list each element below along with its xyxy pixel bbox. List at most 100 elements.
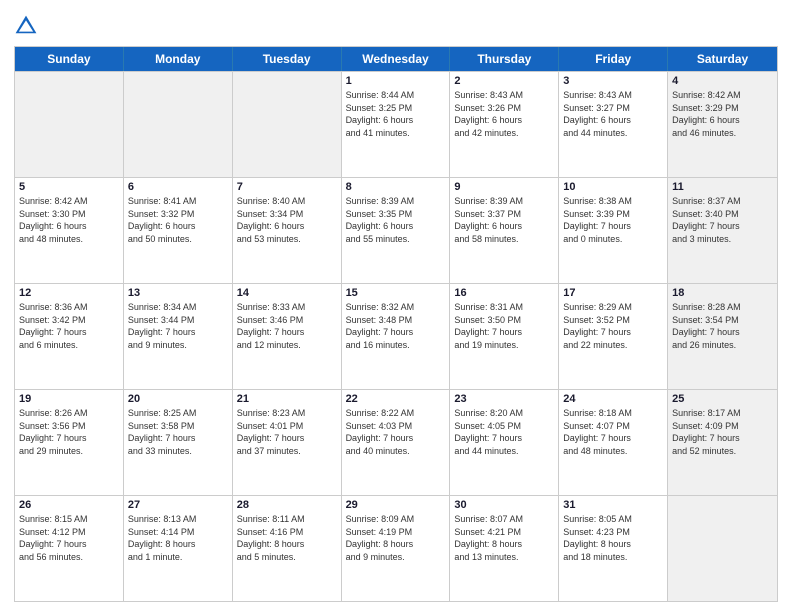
calendar-cell: 26 Sunrise: 8:15 AM Sunset: 4:12 PM Dayli… — [15, 496, 124, 601]
day-number: 22 — [346, 393, 446, 405]
day-number: 27 — [128, 499, 228, 511]
day-number: 25 — [672, 393, 773, 405]
day-info: Sunrise: 8:39 AM Sunset: 3:37 PM Dayligh… — [454, 195, 554, 245]
calendar-cell: 29 Sunrise: 8:09 AM Sunset: 4:19 PM Dayli… — [342, 496, 451, 601]
day-info: Sunrise: 8:41 AM Sunset: 3:32 PM Dayligh… — [128, 195, 228, 245]
day-number: 17 — [563, 287, 663, 299]
day-info: Sunrise: 8:32 AM Sunset: 3:48 PM Dayligh… — [346, 301, 446, 351]
calendar-cell: 11 Sunrise: 8:37 AM Sunset: 3:40 PM Dayli… — [668, 178, 777, 283]
day-info: Sunrise: 8:13 AM Sunset: 4:14 PM Dayligh… — [128, 513, 228, 563]
calendar-cell: 5Sunrise: 8:42 AM Sunset: 3:30 PM Daylig… — [15, 178, 124, 283]
calendar-week: 1 Sunrise: 8:44 AM Sunset: 3:25 PM Daylig… — [15, 71, 777, 177]
day-number: 24 — [563, 393, 663, 405]
header — [14, 10, 778, 38]
calendar-cell: 9 Sunrise: 8:39 AM Sunset: 3:37 PM Daylig… — [450, 178, 559, 283]
calendar-cell: 23 Sunrise: 8:20 AM Sunset: 4:05 PM Dayli… — [450, 390, 559, 495]
calendar-cell: 18Sunrise: 8:28 AM Sunset: 3:54 PM Dayli… — [668, 284, 777, 389]
calendar-cell: 8 Sunrise: 8:39 AM Sunset: 3:35 PM Daylig… — [342, 178, 451, 283]
calendar: SundayMondayTuesdayWednesdayThursdayFrid… — [14, 46, 778, 602]
day-info: Sunrise: 8:29 AM Sunset: 3:52 PM Dayligh… — [563, 301, 663, 351]
calendar-cell: 13 Sunrise: 8:34 AM Sunset: 3:44 PM Dayli… — [124, 284, 233, 389]
calendar-cell: 31 Sunrise: 8:05 AM Sunset: 4:23 PM Dayli… — [559, 496, 668, 601]
calendar-cell — [668, 496, 777, 601]
day-number: 1 — [346, 75, 446, 87]
day-info: Sunrise: 8:39 AM Sunset: 3:35 PM Dayligh… — [346, 195, 446, 245]
day-number: 26 — [19, 499, 119, 511]
day-number: 20 — [128, 393, 228, 405]
day-number: 4 — [672, 75, 773, 87]
day-number: 28 — [237, 499, 337, 511]
header-day: Wednesday — [342, 47, 451, 71]
calendar-cell: 27 Sunrise: 8:13 AM Sunset: 4:14 PM Dayli… — [124, 496, 233, 601]
calendar-cell: 22Sunrise: 8:22 AM Sunset: 4:03 PM Dayli… — [342, 390, 451, 495]
calendar-week: 5Sunrise: 8:42 AM Sunset: 3:30 PM Daylig… — [15, 177, 777, 283]
calendar-cell — [15, 72, 124, 177]
calendar-week: 26 Sunrise: 8:15 AM Sunset: 4:12 PM Dayli… — [15, 495, 777, 601]
calendar-cell: 19 Sunrise: 8:26 AM Sunset: 3:56 PM Dayli… — [15, 390, 124, 495]
day-number: 16 — [454, 287, 554, 299]
day-info: Sunrise: 8:40 AM Sunset: 3:34 PM Dayligh… — [237, 195, 337, 245]
day-number: 13 — [128, 287, 228, 299]
calendar-cell — [233, 72, 342, 177]
day-info: Sunrise: 8:11 AM Sunset: 4:16 PM Dayligh… — [237, 513, 337, 563]
calendar-cell: 17 Sunrise: 8:29 AM Sunset: 3:52 PM Dayli… — [559, 284, 668, 389]
day-info: Sunrise: 8:33 AM Sunset: 3:46 PM Dayligh… — [237, 301, 337, 351]
day-number: 21 — [237, 393, 337, 405]
day-number: 10 — [563, 181, 663, 193]
day-number: 11 — [672, 181, 773, 193]
day-info: Sunrise: 8:20 AM Sunset: 4:05 PM Dayligh… — [454, 407, 554, 457]
day-info: Sunrise: 8:34 AM Sunset: 3:44 PM Dayligh… — [128, 301, 228, 351]
day-number: 8 — [346, 181, 446, 193]
calendar-cell: 7 Sunrise: 8:40 AM Sunset: 3:34 PM Daylig… — [233, 178, 342, 283]
day-number: 31 — [563, 499, 663, 511]
day-info: Sunrise: 8:25 AM Sunset: 3:58 PM Dayligh… — [128, 407, 228, 457]
calendar-cell: 14 Sunrise: 8:33 AM Sunset: 3:46 PM Dayli… — [233, 284, 342, 389]
day-number: 6 — [128, 181, 228, 193]
header-day: Monday — [124, 47, 233, 71]
header-day: Tuesday — [233, 47, 342, 71]
day-number: 9 — [454, 181, 554, 193]
day-info: Sunrise: 8:26 AM Sunset: 3:56 PM Dayligh… — [19, 407, 119, 457]
day-info: Sunrise: 8:37 AM Sunset: 3:40 PM Dayligh… — [672, 195, 773, 245]
logo — [14, 14, 42, 38]
day-info: Sunrise: 8:05 AM Sunset: 4:23 PM Dayligh… — [563, 513, 663, 563]
calendar-cell — [124, 72, 233, 177]
day-number: 2 — [454, 75, 554, 87]
day-info: Sunrise: 8:28 AM Sunset: 3:54 PM Dayligh… — [672, 301, 773, 351]
day-info: Sunrise: 8:09 AM Sunset: 4:19 PM Dayligh… — [346, 513, 446, 563]
calendar-cell: 6 Sunrise: 8:41 AM Sunset: 3:32 PM Daylig… — [124, 178, 233, 283]
day-number: 23 — [454, 393, 554, 405]
day-number: 12 — [19, 287, 119, 299]
day-number: 19 — [19, 393, 119, 405]
calendar-cell: 2Sunrise: 8:43 AM Sunset: 3:26 PM Daylig… — [450, 72, 559, 177]
day-number: 5 — [19, 181, 119, 193]
calendar-cell: 12 Sunrise: 8:36 AM Sunset: 3:42 PM Dayli… — [15, 284, 124, 389]
calendar-cell: 10 Sunrise: 8:38 AM Sunset: 3:39 PM Dayli… — [559, 178, 668, 283]
page: SundayMondayTuesdayWednesdayThursdayFrid… — [0, 0, 792, 612]
calendar-cell: 16 Sunrise: 8:31 AM Sunset: 3:50 PM Dayli… — [450, 284, 559, 389]
day-info: Sunrise: 8:38 AM Sunset: 3:39 PM Dayligh… — [563, 195, 663, 245]
day-info: Sunrise: 8:15 AM Sunset: 4:12 PM Dayligh… — [19, 513, 119, 563]
day-info: Sunrise: 8:07 AM Sunset: 4:21 PM Dayligh… — [454, 513, 554, 563]
calendar-cell: 3Sunrise: 8:43 AM Sunset: 3:27 PM Daylig… — [559, 72, 668, 177]
day-info: Sunrise: 8:36 AM Sunset: 3:42 PM Dayligh… — [19, 301, 119, 351]
calendar-cell: 1 Sunrise: 8:44 AM Sunset: 3:25 PM Daylig… — [342, 72, 451, 177]
day-number: 7 — [237, 181, 337, 193]
day-number: 14 — [237, 287, 337, 299]
day-info: Sunrise: 8:43 AM Sunset: 3:27 PM Dayligh… — [563, 89, 663, 139]
calendar-cell: 24 Sunrise: 8:18 AM Sunset: 4:07 PM Dayli… — [559, 390, 668, 495]
header-day: Saturday — [668, 47, 777, 71]
calendar-cell: 21Sunrise: 8:23 AM Sunset: 4:01 PM Dayli… — [233, 390, 342, 495]
day-number: 30 — [454, 499, 554, 511]
day-info: Sunrise: 8:31 AM Sunset: 3:50 PM Dayligh… — [454, 301, 554, 351]
calendar-body: 1 Sunrise: 8:44 AM Sunset: 3:25 PM Daylig… — [15, 71, 777, 601]
day-info: Sunrise: 8:18 AM Sunset: 4:07 PM Dayligh… — [563, 407, 663, 457]
day-info: Sunrise: 8:42 AM Sunset: 3:29 PM Dayligh… — [672, 89, 773, 139]
calendar-cell: 15Sunrise: 8:32 AM Sunset: 3:48 PM Dayli… — [342, 284, 451, 389]
day-info: Sunrise: 8:44 AM Sunset: 3:25 PM Dayligh… — [346, 89, 446, 139]
header-day: Sunday — [15, 47, 124, 71]
header-day: Thursday — [450, 47, 559, 71]
calendar-week: 19 Sunrise: 8:26 AM Sunset: 3:56 PM Dayli… — [15, 389, 777, 495]
day-info: Sunrise: 8:17 AM Sunset: 4:09 PM Dayligh… — [672, 407, 773, 457]
day-number: 29 — [346, 499, 446, 511]
